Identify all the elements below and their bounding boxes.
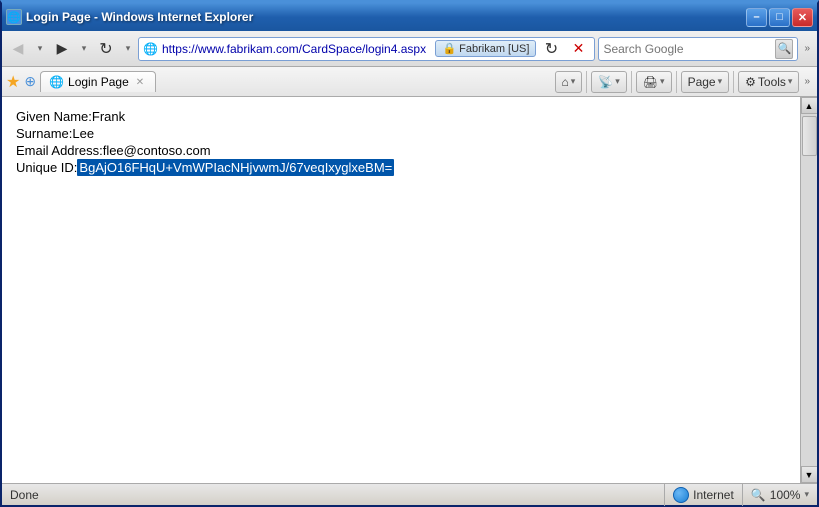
page-dropdown-icon: ▾: [718, 76, 723, 87]
scroll-track[interactable]: [801, 114, 817, 466]
zoom-icon: 🔍: [751, 488, 766, 502]
content-area: Given Name:Frank Surname:Lee Email Addre…: [2, 97, 817, 483]
page-label: Page: [688, 75, 716, 89]
security-label: Fabrikam [US]: [459, 43, 529, 55]
browser-window: 🌐 Login Page - Windows Internet Explorer…: [0, 0, 819, 507]
title-bar-left: 🌐 Login Page - Windows Internet Explorer: [6, 9, 253, 25]
tab-close-button[interactable]: ✕: [133, 76, 147, 89]
print-icon: 🖨: [643, 75, 658, 89]
globe-icon: [673, 487, 689, 503]
window-title: Login Page - Windows Internet Explorer: [26, 10, 253, 24]
given-name-value: Frank: [92, 109, 125, 124]
browser-icon: 🌐: [6, 9, 22, 25]
zone-panel: Internet: [664, 484, 742, 506]
zone-label: Internet: [693, 488, 734, 502]
forward-dropdown[interactable]: ▾: [77, 37, 91, 61]
refresh-button[interactable]: ↻: [539, 37, 563, 61]
email-line: Email Address:flee@contoso.com: [16, 143, 786, 158]
back-dropdown[interactable]: ▾: [33, 37, 47, 61]
status-bar: Done Internet 🔍 100% ▾: [2, 483, 817, 505]
surname-line: Surname:Lee: [16, 126, 786, 141]
scroll-down-button[interactable]: ▼: [801, 466, 818, 483]
rss-button[interactable]: 📡 ▾: [591, 71, 626, 93]
zoom-label: 100%: [770, 488, 801, 502]
rss-dropdown-icon: ▾: [615, 76, 620, 87]
toolbar-divider-4: [733, 71, 734, 93]
zoom-dropdown-icon: ▾: [804, 489, 809, 500]
address-icon: 🌐: [143, 42, 158, 56]
scroll-thumb[interactable]: [802, 116, 817, 156]
navigation-bar: ◀ ▾ ▶ ▾ ↻ ▾ 🌐 https://www.fabrikam.com/C…: [2, 31, 817, 67]
search-input[interactable]: [603, 42, 773, 56]
title-bar: 🌐 Login Page - Windows Internet Explorer…: [2, 3, 817, 31]
print-dropdown-icon: ▾: [660, 76, 665, 87]
tab-icon: 🌐: [49, 75, 64, 89]
toolbar-more-button[interactable]: »: [801, 76, 813, 87]
reload-button[interactable]: ↻: [94, 37, 118, 61]
tools-dropdown-icon: ▾: [788, 76, 793, 87]
forward-button[interactable]: ▶: [50, 37, 74, 61]
window-controls: – □ ✕: [746, 8, 813, 27]
toolbar-divider-3: [676, 71, 677, 93]
rss-icon: 📡: [598, 75, 613, 89]
home-button[interactable]: ⌂ ▾: [555, 71, 583, 93]
tab-bar: ★ ⊕ 🌐 Login Page ✕ ⌂ ▾ 📡 ▾ 🖨 ▾ P: [2, 67, 817, 97]
unique-id-value: BgAjO16FHqU+VmWPIacNHjvwmJ/67veqIxyglxeB…: [77, 159, 394, 176]
page-content: Given Name:Frank Surname:Lee Email Addre…: [2, 97, 800, 483]
minimize-button[interactable]: –: [746, 8, 767, 27]
print-button[interactable]: 🖨 ▾: [636, 71, 672, 93]
toolbar: ⌂ ▾ 📡 ▾ 🖨 ▾ Page ▾ ⚙ Tools ▾: [555, 71, 813, 93]
toolbar-divider-2: [631, 71, 632, 93]
address-text: https://www.fabrikam.com/CardSpace/login…: [162, 42, 431, 56]
gear-icon: ⚙: [745, 75, 756, 89]
active-tab[interactable]: 🌐 Login Page ✕: [40, 71, 156, 92]
reload-dropdown[interactable]: ▾: [121, 37, 135, 61]
zoom-panel[interactable]: 🔍 100% ▾: [742, 484, 817, 506]
surname-label: Surname:: [16, 126, 72, 141]
vertical-scrollbar[interactable]: ▲ ▼: [800, 97, 817, 483]
status-text: Done: [2, 488, 664, 502]
address-bar[interactable]: 🌐 https://www.fabrikam.com/CardSpace/log…: [138, 37, 595, 61]
given-name-line: Given Name:Frank: [16, 109, 786, 124]
surname-value: Lee: [72, 126, 94, 141]
email-value: flee@contoso.com: [103, 143, 211, 158]
security-badge: 🔒 Fabrikam [US]: [435, 40, 536, 57]
toolbar-divider-1: [586, 71, 587, 93]
given-name-label: Given Name:: [16, 109, 92, 124]
tools-label: Tools: [758, 75, 786, 89]
tab-label: Login Page: [68, 75, 129, 89]
status-panels: Internet 🔍 100% ▾: [664, 484, 817, 506]
stop-button[interactable]: ✕: [566, 37, 590, 61]
back-button[interactable]: ◀: [6, 37, 30, 61]
unique-id-label: Unique ID:: [16, 160, 77, 175]
unique-id-line: Unique ID:BgAjO16FHqU+VmWPIacNHjvwmJ/67v…: [16, 160, 786, 175]
favorites-star-icon[interactable]: ★: [6, 72, 20, 92]
close-button[interactable]: ✕: [792, 8, 813, 27]
lock-icon: 🔒: [442, 42, 456, 55]
page-button[interactable]: Page ▾: [681, 71, 730, 93]
home-icon: ⌂: [562, 75, 569, 89]
maximize-button[interactable]: □: [769, 8, 790, 27]
search-bar[interactable]: 🔍: [598, 37, 798, 61]
tools-button[interactable]: ⚙ Tools ▾: [738, 71, 799, 93]
scroll-up-button[interactable]: ▲: [801, 97, 818, 114]
nav-more-button[interactable]: »: [801, 43, 813, 54]
home-dropdown-icon: ▾: [571, 76, 576, 87]
email-label: Email Address:: [16, 143, 103, 158]
add-favorites-icon[interactable]: ⊕: [24, 73, 36, 90]
search-button[interactable]: 🔍: [775, 39, 793, 59]
